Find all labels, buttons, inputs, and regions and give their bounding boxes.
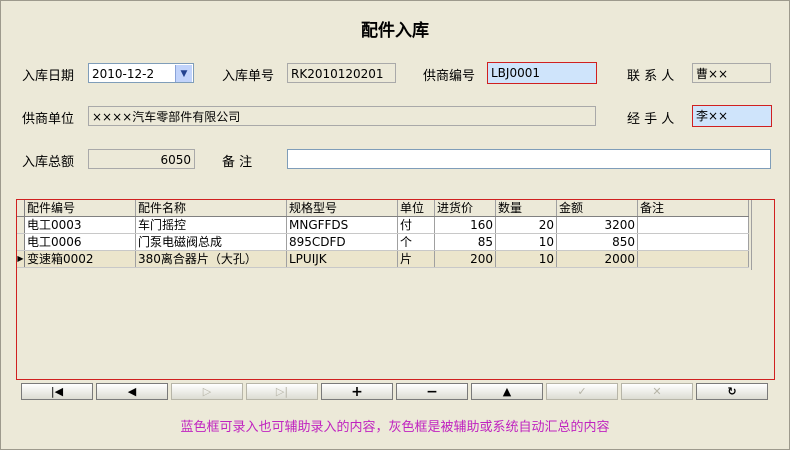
handler-input[interactable]: 李××	[692, 105, 772, 127]
cell-remark[interactable]	[637, 216, 749, 234]
next-record-icon: ▷	[202, 385, 212, 398]
column-header[interactable]: 数量	[495, 200, 557, 217]
refresh-icon: ↻	[727, 385, 737, 398]
cell-unit[interactable]: 个	[397, 233, 435, 251]
cell-part-code[interactable]: 电工0006	[24, 233, 136, 251]
last-record-icon: ▷|	[275, 385, 289, 398]
contact-field: 曹××	[692, 63, 771, 83]
handler-label: 经 手 人	[627, 112, 675, 127]
total-label: 入库总额	[22, 155, 75, 170]
prev-record-button[interactable]: ◀	[96, 383, 168, 400]
cell-amount[interactable]: 2000	[556, 250, 638, 268]
column-header[interactable]: 金额	[556, 200, 638, 217]
cell-unit[interactable]: 付	[397, 216, 435, 234]
cell-price[interactable]: 160	[434, 216, 496, 234]
column-header[interactable]: 配件编号	[24, 200, 136, 217]
column-header[interactable]: 配件名称	[135, 200, 287, 217]
date-label: 入库日期	[22, 69, 75, 84]
hint-text: 蓝色框可录入也可辅助录入的内容，灰色框是被辅助或系统自动汇总的内容	[180, 420, 610, 435]
row-pointer-icon[interactable]: ▶	[17, 250, 25, 268]
remark-input[interactable]	[287, 149, 771, 169]
cell-remark[interactable]	[637, 233, 749, 251]
refresh-button[interactable]: ↻	[696, 383, 768, 400]
row-header-corner	[17, 200, 25, 217]
parts-table: 配件编号 配件名称 规格型号 单位 进货价 数量 金额 备注 电工0003 车门…	[17, 200, 749, 268]
delete-record-button[interactable]: −	[396, 383, 468, 400]
grid-header-row: 配件编号 配件名称 规格型号 单位 进货价 数量 金额 备注	[17, 200, 749, 217]
cell-qty[interactable]: 10	[495, 233, 557, 251]
cell-unit[interactable]: 片	[397, 250, 435, 268]
cell-price[interactable]: 85	[434, 233, 496, 251]
supplier-unit-label: 供商单位	[22, 112, 75, 127]
edit-record-button[interactable]: ▲	[471, 383, 543, 400]
total-field: 6050	[88, 149, 195, 169]
cell-qty[interactable]: 20	[495, 216, 557, 234]
column-header[interactable]: 进货价	[434, 200, 496, 217]
order-no-label: 入库单号	[222, 69, 275, 84]
parts-grid[interactable]: 配件编号 配件名称 规格型号 单位 进货价 数量 金额 备注 电工0003 车门…	[16, 199, 775, 380]
last-record-button[interactable]: ▷|	[246, 383, 318, 400]
delete-icon: −	[426, 383, 438, 400]
cell-amount[interactable]: 850	[556, 233, 638, 251]
date-value: 2010-12-2	[92, 67, 155, 81]
table-row[interactable]: 电工0003 车门摇控 MNGFFDS 付 160 20 3200	[17, 216, 749, 234]
cancel-record-button[interactable]: ✕	[621, 383, 693, 400]
cell-spec[interactable]: MNGFFDS	[286, 216, 398, 234]
post-icon: ✓	[577, 385, 587, 398]
cell-amount[interactable]: 3200	[556, 216, 638, 234]
prev-record-icon: ◀	[127, 385, 137, 398]
supplier-unit-field: ××××汽车零部件有限公司	[88, 106, 596, 126]
first-record-icon: |◀	[50, 385, 64, 398]
page-title: 配件入库	[361, 21, 429, 41]
column-header[interactable]: 单位	[397, 200, 435, 217]
column-header[interactable]: 规格型号	[286, 200, 398, 217]
cancel-icon: ✕	[652, 385, 662, 398]
row-header[interactable]	[17, 233, 25, 251]
add-record-button[interactable]: +	[321, 383, 393, 400]
cell-spec[interactable]: 895CDFD	[286, 233, 398, 251]
add-icon: +	[351, 383, 363, 400]
cell-part-name[interactable]: 门泵电磁阀总成	[135, 233, 287, 251]
date-picker[interactable]: 2010-12-2 ▼	[88, 63, 194, 83]
cell-part-code[interactable]: 变速箱0002	[24, 250, 136, 268]
next-record-button[interactable]: ▷	[171, 383, 243, 400]
remark-label: 备 注	[222, 155, 253, 170]
supplier-code-input[interactable]: LBJ0001	[487, 62, 597, 84]
row-header[interactable]	[17, 216, 25, 234]
column-header[interactable]: 备注	[637, 200, 749, 217]
first-record-button[interactable]: |◀	[21, 383, 93, 400]
post-record-button[interactable]: ✓	[546, 383, 618, 400]
cell-remark[interactable]	[637, 250, 749, 268]
grid-right-edge	[751, 200, 752, 270]
contact-label: 联 系 人	[627, 69, 675, 84]
chevron-down-icon[interactable]: ▼	[175, 65, 192, 82]
cell-price[interactable]: 200	[434, 250, 496, 268]
table-row[interactable]: 电工0006 门泵电磁阀总成 895CDFD 个 85 10 850	[17, 233, 749, 251]
edit-icon: ▲	[502, 385, 512, 398]
table-row-selected[interactable]: ▶ 变速箱0002 380离合器片（大孔） LPUIJK 片 200 10 20…	[17, 250, 749, 268]
cell-spec[interactable]: LPUIJK	[286, 250, 398, 268]
cell-part-code[interactable]: 电工0003	[24, 216, 136, 234]
cell-part-name[interactable]: 车门摇控	[135, 216, 287, 234]
cell-part-name[interactable]: 380离合器片（大孔）	[135, 250, 287, 268]
cell-qty[interactable]: 10	[495, 250, 557, 268]
supplier-code-label: 供商编号	[423, 69, 476, 84]
order-no-field: RK2010120201	[287, 63, 396, 83]
